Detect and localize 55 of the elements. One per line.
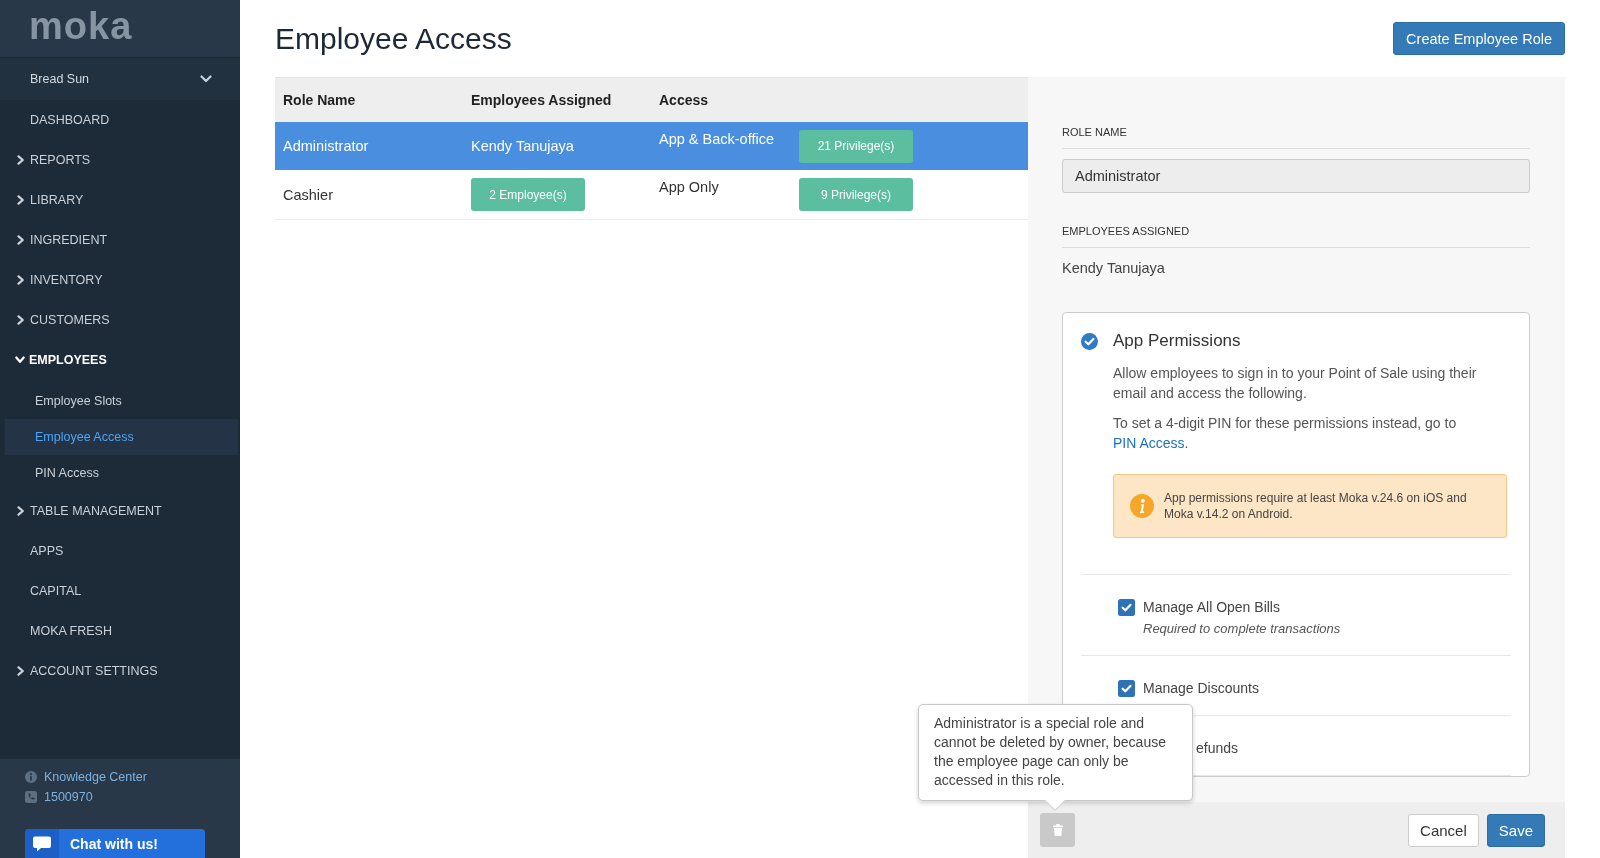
tooltip: Administrator is a special role and cannot be deleted by owner, because the employee page can only be accessed in this role. [918,704,1193,801]
table-cell: App Only [659,179,719,195]
nav-item[interactable]: CUSTOMERS [0,300,240,340]
nav-item[interactable]: APPS [0,531,240,571]
store-selector[interactable]: Bread Sun [0,58,240,100]
table-cell: Cashier [283,186,333,203]
subnav-item[interactable]: Employee Slots [5,383,238,419]
check-circle-icon[interactable] [1081,332,1098,350]
save-button[interactable]: Save [1486,813,1545,847]
employees-value: Kendy Tanujaya [1062,260,1166,277]
nav-item[interactable]: TABLE MANAGEMENT [0,491,240,531]
table-cell: Administrator [283,138,369,154]
info-icon [1130,494,1154,518]
subnav-item[interactable]: Employee Access [5,419,238,455]
trash-icon [1052,824,1063,836]
warning-text: App permissions require at least Moka v.24.6 on iOS and Moka v.14.2 on Android. [1164,490,1468,522]
nav-item[interactable]: MOKA FRESH [0,611,240,651]
field-label: EMPLOYEES ASSIGNED [1062,225,1191,238]
phone-link[interactable]: 1500970 [25,787,93,807]
permission-label: Manage All Open Bills [1143,599,1280,615]
field-label: ROLE NAME [1062,126,1128,139]
pin-note: To set a 4-digit PIN for these permissions instead, go to PIN Access. [1113,414,1458,453]
nav-item[interactable]: INVENTORY [0,260,240,300]
table-cell: Kendy Tanujaya [471,138,574,154]
chevron-down-icon [200,75,212,83]
chat-icon [25,829,59,858]
column-header: Access [658,91,710,110]
checkbox[interactable] [1118,598,1135,616]
chat-button[interactable]: Chat with us! [25,829,205,858]
nav-item[interactable]: EMPLOYEES [0,340,240,380]
page-title: Employee Access [275,23,512,54]
column-header: Role Name [282,91,357,110]
tooltip-arrow [1044,800,1066,811]
permission-note: Required to complete transactions [1143,620,1342,638]
nav-item[interactable]: CAPITAL [0,571,240,611]
nav-item[interactable]: ACCOUNT SETTINGS [0,651,240,691]
logo: moka [29,6,133,45]
nav-item[interactable]: LIBRARY [0,180,240,220]
phone-icon [25,791,37,803]
cancel-button[interactable]: Cancel [1408,813,1479,847]
column-header: Employees Assigned [470,91,613,110]
permission-label: Manage Discounts [1143,680,1259,696]
info-icon [25,771,37,783]
pin-access-link[interactable]: PIN Access [1113,435,1185,451]
help-link[interactable]: Knowledge Center [25,767,147,787]
permission-label: efunds [1196,740,1239,756]
nav-item[interactable]: DASHBOARD [0,100,240,140]
subnav-item[interactable]: PIN Access [5,455,238,491]
permission-description: Allow employees to sign in to your Point of Sale using their email and access the following. [1113,364,1478,403]
create-role-button[interactable]: Create Employee Role [1393,22,1565,55]
checkbox[interactable] [1118,679,1135,697]
card-title: App Permissions [1113,330,1241,352]
nav-item[interactable]: REPORTS [0,140,240,180]
nav-item[interactable]: INGREDIENT [0,220,240,260]
table-cell: App & Back-office [659,131,774,147]
